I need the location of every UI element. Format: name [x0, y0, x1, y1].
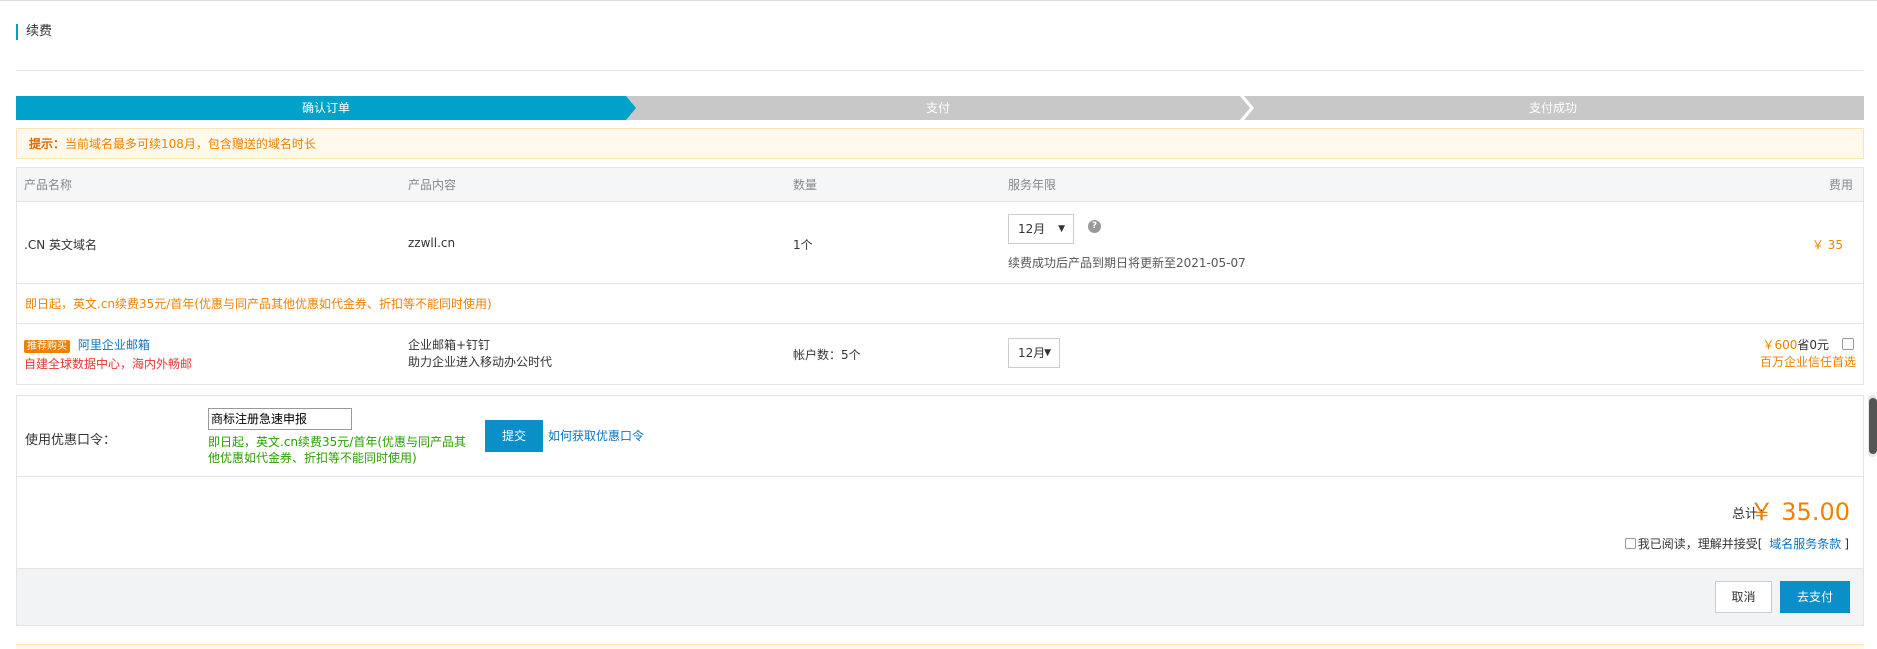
coupon-note: 即日起，英文.cn续费35元/首年(优惠与同产品其他优惠如代金券、折扣等不能同时… — [208, 435, 467, 465]
mail-select-checkbox[interactable] — [1842, 338, 1854, 350]
domain-product-content: zzwll.cn — [408, 236, 456, 250]
mail-product-link[interactable]: 阿里企业邮箱 — [78, 338, 150, 352]
coupon-howto-link[interactable]: 如何获取优惠口令 — [548, 427, 644, 444]
domain-period-select[interactable]: 12月 ▼ — [1008, 214, 1074, 244]
chevron-down-icon: ▼ — [1044, 348, 1051, 358]
title-divider — [16, 70, 1863, 71]
total-section: 总计： ￥ 35.00 我已阅读，理解并接受[ 域名服务条款] — [16, 476, 1864, 568]
domain-period-value: 12月 — [1018, 222, 1046, 236]
domain-fee: ￥ 35 — [1811, 238, 1843, 252]
step-confirm-order: 确认订单 — [16, 96, 636, 120]
total-value: ￥ 35.00 — [1749, 498, 1850, 526]
header-product-name: 产品名称 — [24, 178, 73, 192]
question-circle-icon[interactable]: ? — [1088, 220, 1101, 233]
header-fee: 费用 — [1828, 178, 1853, 192]
window-top-border — [0, 0, 1877, 1]
mail-price: ￥600 — [1762, 338, 1798, 352]
promo-note: 即日起，英文.cn续费35元/首年(优惠与同产品其他优惠如代金券、折扣等不能同时… — [17, 284, 1863, 324]
mail-save: 省0元 — [1797, 338, 1829, 352]
agreement-line: 我已阅读，理解并接受[ 域名服务条款] — [1624, 535, 1849, 552]
mail-trust-text: 百万企业信任首选 — [1759, 355, 1856, 369]
agreement-end: ] — [1844, 537, 1849, 551]
agreement-checkbox[interactable] — [1624, 538, 1636, 549]
page-title: 续费 — [16, 24, 52, 40]
domain-expiry-note: 续费成功后产品到期日将更新至2021-05-07 — [1008, 256, 1246, 270]
mail-period-select[interactable]: 12月 ▼ — [1008, 338, 1060, 368]
coupon-section: 使用优惠口令： 商标注册急速申报 即日起，英文.cn续费35元/首年(优惠与同产… — [16, 395, 1864, 476]
header-service-period: 服务年限 — [1008, 178, 1057, 192]
mail-title-line: 推荐购买 阿里企业邮箱 — [24, 336, 150, 353]
domain-product-name: .CN 英文域名 — [24, 238, 97, 252]
chevron-down-icon: ▼ — [1058, 224, 1065, 234]
agreement-text: 我已阅读，理解并接受[ — [1637, 537, 1763, 551]
tip-text: 当前域名最多可续108月，包含赠送的域名时长 — [65, 137, 316, 151]
bottom-notice-strip — [16, 644, 1864, 649]
recommend-badge: 推荐购买 — [24, 340, 70, 353]
progress-steps: 确认订单 支付 支付成功 — [16, 96, 1864, 120]
renewal-tip-banner: 提示：当前域名最多可续108月，包含赠送的域名时长 — [16, 128, 1864, 159]
coupon-label: 使用优惠口令： — [25, 433, 117, 448]
domain-terms-link[interactable]: 域名服务条款 — [1769, 537, 1841, 551]
mail-content-line2: 助力企业进入移动办公时代 — [408, 355, 553, 369]
mail-quantity: 帐户数：5个 — [793, 348, 861, 362]
mail-period-value: 12月 — [1018, 346, 1046, 360]
mail-price-line: ￥600省0元 — [1762, 336, 1829, 353]
table-header: 产品名称 产品内容 数量 服务年限 费用 — [17, 168, 1863, 202]
step-payment: 支付 — [624, 96, 1252, 120]
cancel-button[interactable]: 取消 — [1715, 581, 1772, 613]
action-bar: 取消 去支付 — [16, 568, 1864, 626]
mail-content-line1: 企业邮箱+钉钉 — [408, 338, 491, 352]
order-table: 产品名称 产品内容 数量 服务年限 费用 .CN 英文域名 zzwll.cn 1… — [16, 167, 1864, 385]
tip-prefix: 提示： — [29, 137, 66, 151]
pay-button[interactable]: 去支付 — [1780, 581, 1850, 613]
step-payment-success: 支付成功 — [1242, 96, 1864, 120]
header-quantity: 数量 — [793, 178, 818, 192]
scrollbar-handle[interactable] — [1869, 398, 1877, 454]
table-row-domain: .CN 英文域名 zzwll.cn 1个 12月 ▼ ? 续费成功后产品到期日将… — [17, 202, 1863, 284]
table-row-mail: 推荐购买 阿里企业邮箱 自建全球数据中心，海内外畅邮 企业邮箱+钉钉 助力企业进… — [17, 324, 1863, 384]
domain-quantity: 1个 — [793, 238, 813, 252]
mail-slogan: 自建全球数据中心，海内外畅邮 — [24, 357, 193, 371]
coupon-submit-button[interactable]: 提交 — [485, 420, 543, 452]
header-product-content: 产品内容 — [408, 178, 457, 192]
coupon-input[interactable]: 商标注册急速申报 — [208, 408, 352, 430]
